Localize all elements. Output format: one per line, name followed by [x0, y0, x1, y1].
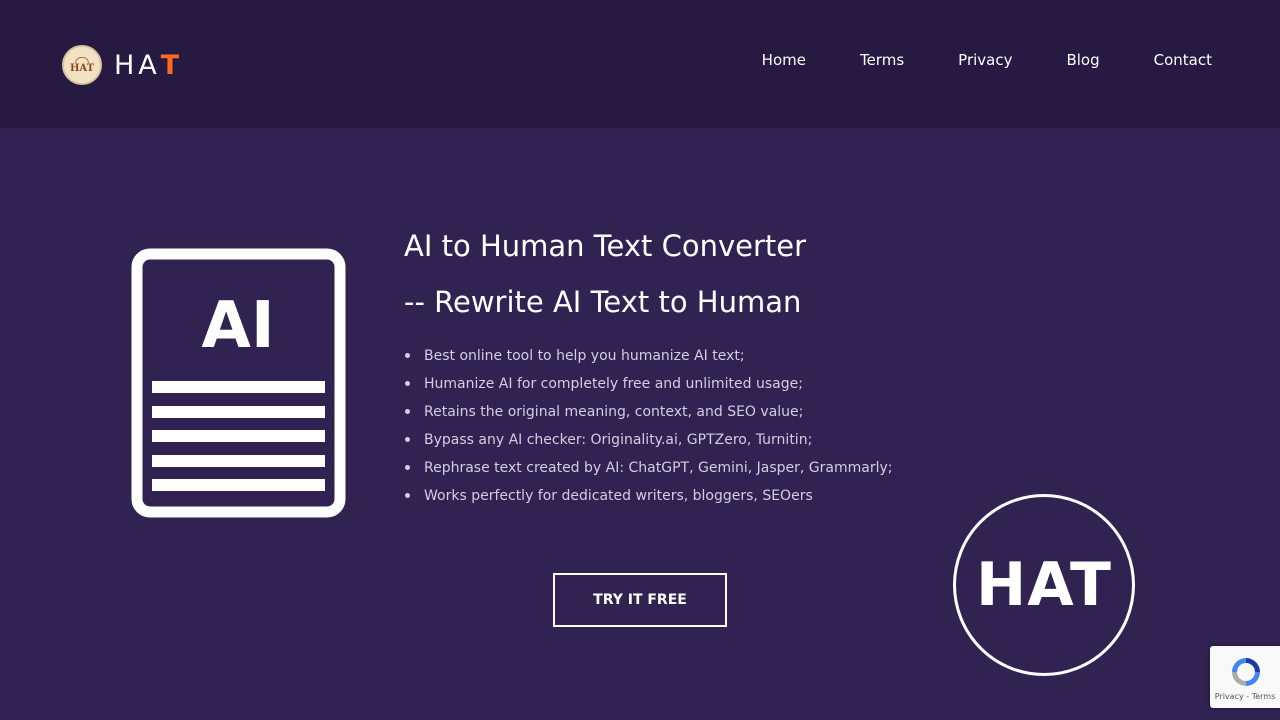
hero-title-line1: AI to Human Text Converter — [404, 229, 807, 263]
feature-list: Best online tool to help you humanize AI… — [404, 342, 892, 510]
hat-logo-icon: HAT — [62, 45, 102, 85]
site-header: HAT HAT Home Terms Privacy Blog Contact — [0, 0, 1280, 128]
logo-badge-text: HAT — [69, 62, 95, 74]
brand-name-main: HA — [114, 49, 161, 81]
list-item: Bypass any AI checker: Originality.ai, G… — [404, 426, 892, 454]
try-it-free-button[interactable]: TRY IT FREE — [553, 573, 727, 627]
recaptcha-links: Privacy - Terms — [1215, 692, 1276, 701]
hat-badge-text: HAT — [976, 550, 1112, 620]
recaptcha-icon — [1232, 657, 1260, 686]
nav-blog[interactable]: Blog — [1066, 48, 1099, 72]
nav-terms[interactable]: Terms — [860, 48, 904, 72]
recaptcha-separator: - — [1243, 691, 1252, 701]
brand-name: HAT — [114, 50, 183, 81]
hero-title: AI to Human Text Converter -- Rewrite AI… — [404, 218, 806, 330]
list-item: Retains the original meaning, context, a… — [404, 398, 892, 426]
brand-name-accent: T — [160, 49, 184, 81]
list-item: Humanize AI for completely free and unli… — [404, 370, 892, 398]
nav-privacy[interactable]: Privacy — [958, 48, 1012, 72]
list-item: Best online tool to help you humanize AI… — [404, 342, 892, 370]
main-nav: Home Terms Privacy Blog Contact — [762, 48, 1212, 72]
nav-home[interactable]: Home — [762, 48, 806, 72]
recaptcha-badge[interactable]: Privacy - Terms — [1210, 646, 1280, 708]
nav-contact[interactable]: Contact — [1154, 48, 1212, 72]
ai-document-label: AI — [201, 289, 274, 363]
site-logo[interactable]: HAT HAT — [62, 44, 183, 86]
recaptcha-terms-link[interactable]: Terms — [1252, 692, 1276, 701]
ai-document-icon: AI — [131, 248, 346, 518]
recaptcha-privacy-link[interactable]: Privacy — [1215, 692, 1244, 701]
list-item: Works perfectly for dedicated writers, b… — [404, 482, 892, 510]
list-item: Rephrase text created by AI: ChatGPT, Ge… — [404, 454, 892, 482]
hat-circle-badge: HAT — [953, 494, 1135, 676]
hero-title-line2: -- Rewrite AI Text to Human — [404, 285, 802, 319]
